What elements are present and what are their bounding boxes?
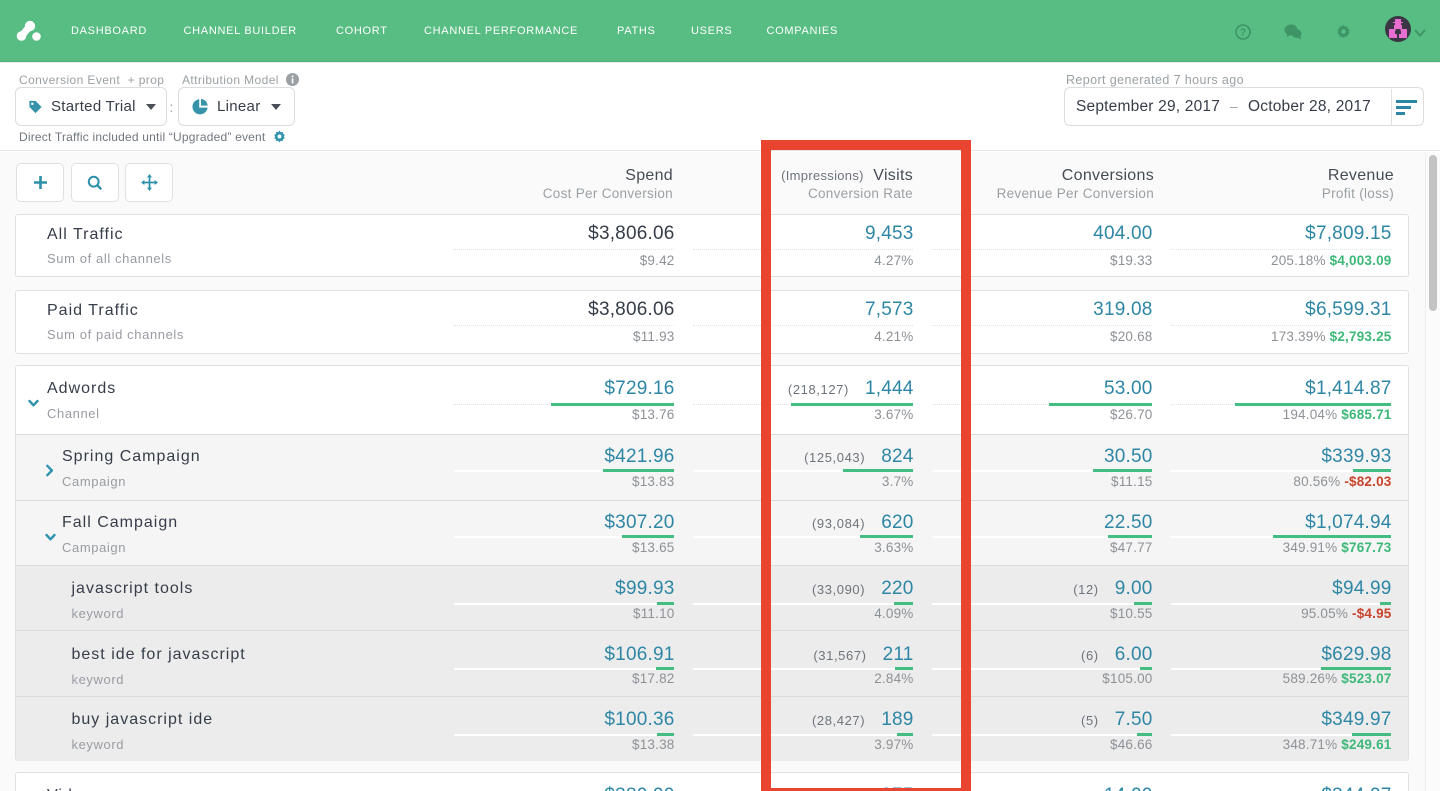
svg-text:?: ? [1240, 28, 1246, 39]
